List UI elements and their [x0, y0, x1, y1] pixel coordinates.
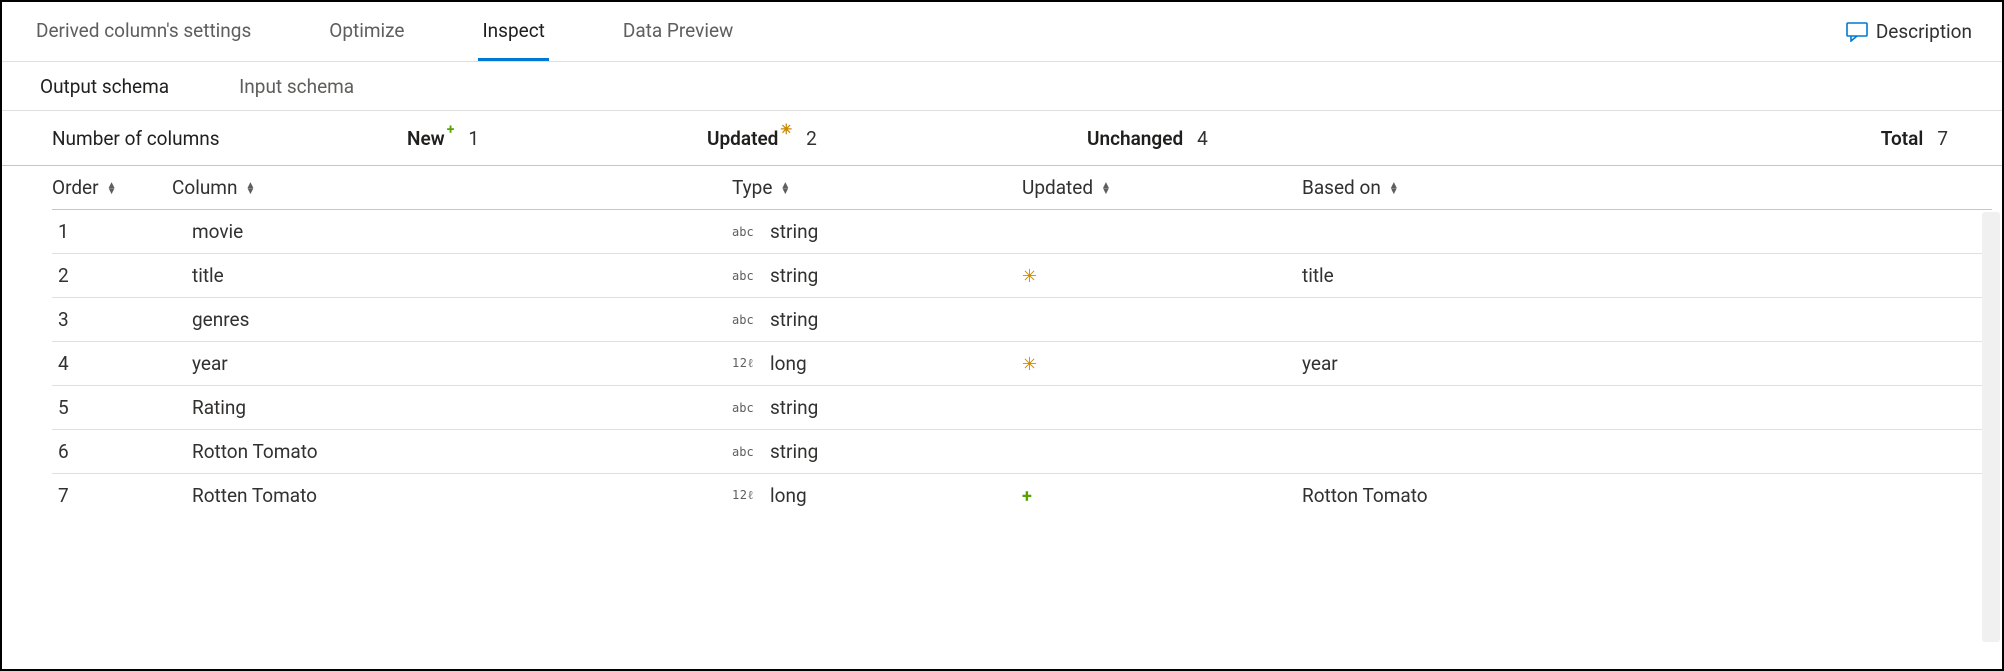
- cell-column: movie: [172, 210, 732, 254]
- cell-type: abc string: [732, 254, 1022, 298]
- type-value: long: [770, 484, 807, 507]
- type-value: string: [770, 396, 818, 419]
- cell-column: Rating: [172, 386, 732, 430]
- type-value: string: [770, 308, 818, 331]
- comment-icon: [1846, 22, 1868, 42]
- string-type-icon: abc: [732, 269, 758, 283]
- sort-icon: [1389, 183, 1399, 195]
- string-type-icon: abc: [732, 401, 758, 415]
- cell-order: 6: [52, 430, 172, 474]
- cell-updated: ✳: [1022, 342, 1302, 386]
- string-type-icon: abc: [732, 445, 758, 459]
- schema-subtabs: Output schema Input schema: [2, 62, 2002, 110]
- cell-column: Rotton Tomato: [172, 430, 732, 474]
- tab-data-preview[interactable]: Data Preview: [619, 2, 737, 61]
- table-row[interactable]: 7Rotten Tomato12ℓ long + Rotton Tomato: [52, 474, 1992, 518]
- schema-table-container: Order Column Type Updated Based on 1movi…: [12, 166, 1992, 665]
- cell-type: 12ℓ long: [732, 474, 1022, 518]
- table-row[interactable]: 3genresabc string: [52, 298, 1992, 342]
- type-value: string: [770, 440, 818, 463]
- cell-type: abc string: [732, 386, 1022, 430]
- sort-icon: [780, 183, 790, 195]
- columns-count-label: Number of columns: [52, 127, 220, 150]
- cell-updated: [1022, 298, 1302, 342]
- unchanged-label: Unchanged: [1087, 127, 1183, 150]
- cell-basedon: [1302, 386, 1992, 430]
- tab-inspect[interactable]: Inspect: [478, 2, 548, 61]
- header-basedon[interactable]: Based on: [1302, 166, 1992, 210]
- cell-order: 2: [52, 254, 172, 298]
- description-label: Description: [1876, 20, 1972, 43]
- subtab-output-schema[interactable]: Output schema: [40, 75, 169, 98]
- table-row[interactable]: 6Rotton Tomatoabc string: [52, 430, 1992, 474]
- updated-mark-icon: ✳: [1022, 266, 1037, 287]
- cell-basedon: Rotton Tomato: [1302, 474, 1992, 518]
- cell-column: title: [172, 254, 732, 298]
- updated-value: 2: [806, 127, 817, 150]
- cell-updated: [1022, 430, 1302, 474]
- cell-type: abc string: [732, 298, 1022, 342]
- cell-updated: +: [1022, 474, 1302, 518]
- vertical-scrollbar[interactable]: [1982, 212, 2000, 642]
- cell-updated: [1022, 210, 1302, 254]
- table-row[interactable]: 5Ratingabc string: [52, 386, 1992, 430]
- asterisk-icon: ✳: [780, 122, 792, 138]
- header-order[interactable]: Order: [52, 166, 172, 210]
- updated-label: Updated: [707, 127, 778, 150]
- total-value: 7: [1937, 127, 1948, 150]
- schema-stats-bar: Number of columns New + 1 Updated ✳ 2 Un…: [2, 110, 2002, 166]
- schema-table: Order Column Type Updated Based on 1movi…: [52, 166, 1992, 517]
- cell-updated: [1022, 386, 1302, 430]
- cell-basedon: [1302, 430, 1992, 474]
- sort-icon: [107, 183, 117, 195]
- number-type-icon: 12ℓ: [732, 356, 758, 371]
- cell-column: year: [172, 342, 732, 386]
- new-label: New: [407, 127, 445, 150]
- cell-column: genres: [172, 298, 732, 342]
- header-updated[interactable]: Updated: [1022, 166, 1302, 210]
- cell-basedon: year: [1302, 342, 1992, 386]
- sort-icon: [1101, 183, 1111, 195]
- table-row[interactable]: 1movieabc string: [52, 210, 1992, 254]
- top-tab-bar: Derived column's settings Optimize Inspe…: [2, 2, 2002, 62]
- tab-optimize[interactable]: Optimize: [325, 2, 408, 61]
- subtab-input-schema[interactable]: Input schema: [239, 75, 354, 98]
- new-mark-icon: +: [1022, 486, 1032, 507]
- header-type[interactable]: Type: [732, 166, 1022, 210]
- header-column[interactable]: Column: [172, 166, 732, 210]
- table-row[interactable]: 2titleabcstring✳title: [52, 254, 1992, 298]
- unchanged-value: 4: [1197, 127, 1208, 150]
- string-type-icon: abc: [732, 313, 758, 327]
- cell-order: 3: [52, 298, 172, 342]
- cell-updated: ✳: [1022, 254, 1302, 298]
- cell-order: 7: [52, 474, 172, 518]
- cell-basedon: title: [1302, 254, 1992, 298]
- cell-type: 12ℓ long: [732, 342, 1022, 386]
- table-row[interactable]: 4year12ℓlong✳year: [52, 342, 1992, 386]
- tab-derived-settings[interactable]: Derived column's settings: [32, 2, 255, 61]
- cell-basedon: [1302, 210, 1992, 254]
- number-type-icon: 12ℓ: [732, 488, 758, 503]
- type-value: string: [770, 264, 818, 287]
- string-type-icon: abc: [732, 225, 758, 239]
- total-label: Total: [1881, 127, 1924, 150]
- cell-order: 1: [52, 210, 172, 254]
- cell-type: abc string: [732, 210, 1022, 254]
- new-value: 1: [468, 127, 479, 150]
- cell-column: Rotten Tomato: [172, 474, 732, 518]
- type-value: string: [770, 220, 818, 243]
- updated-mark-icon: ✳: [1022, 354, 1037, 375]
- sort-icon: [245, 183, 255, 195]
- cell-type: abc string: [732, 430, 1022, 474]
- cell-order: 4: [52, 342, 172, 386]
- type-value: long: [770, 352, 807, 375]
- description-button[interactable]: Description: [1846, 20, 1972, 43]
- cell-basedon: [1302, 298, 1992, 342]
- plus-icon: +: [447, 122, 455, 138]
- cell-order: 5: [52, 386, 172, 430]
